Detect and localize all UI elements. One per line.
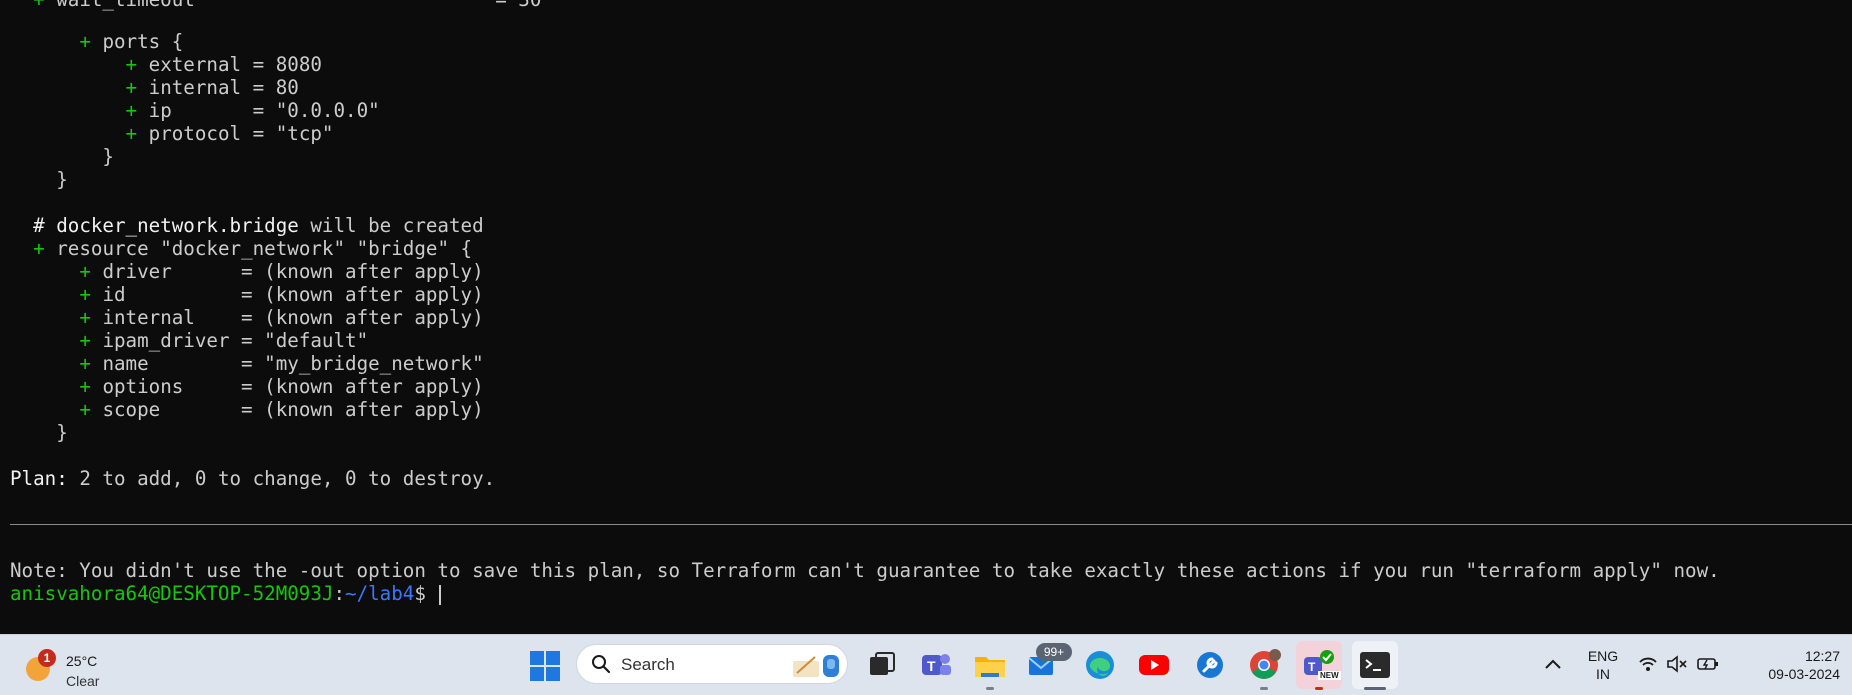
youtube-icon[interactable] xyxy=(1136,647,1172,683)
teams-new-tile[interactable]: T NEW xyxy=(1296,641,1342,690)
language-indicator[interactable]: ENG IN xyxy=(1586,647,1620,683)
search-icon xyxy=(592,655,611,674)
terraform-note: Note: You didn't use the -out option to … xyxy=(10,559,1720,582)
chevron-up-icon[interactable] xyxy=(1544,657,1562,671)
terminal-line: } xyxy=(102,145,114,168)
running-indicator xyxy=(1260,687,1268,690)
edge-browser-icon[interactable] xyxy=(1082,647,1118,683)
clock-date: 09-03-2024 xyxy=(1768,666,1840,682)
taskbar-search[interactable]: Search xyxy=(576,644,848,684)
terminal-line: + driver = (known after apply) xyxy=(79,260,484,283)
windows-logo-icon xyxy=(530,651,544,665)
terminal-app-icon xyxy=(1360,652,1390,678)
terminal-line: + id = (known after apply) xyxy=(79,283,484,306)
teams-chat-icon[interactable]: T xyxy=(918,647,954,683)
weather-condition: Clear xyxy=(66,673,100,689)
settings-tool-icon[interactable] xyxy=(1192,647,1228,683)
teams-new-label: NEW xyxy=(1318,671,1341,680)
terminal-line: + name = "my_bridge_network" xyxy=(79,352,484,375)
active-indicator xyxy=(1364,687,1386,690)
separator-line xyxy=(10,524,1852,525)
search-highlight-icon xyxy=(793,655,839,677)
task-view-icon[interactable] xyxy=(864,647,900,683)
start-button[interactable] xyxy=(530,651,560,681)
mail-badge: 99+ xyxy=(1036,643,1072,661)
taskbar: 1 25°C Clear Search T 99+ T NEW ENG IN 1… xyxy=(0,634,1852,695)
terminal-line: } xyxy=(56,421,68,444)
terminal-window[interactable]: + wait_timeout = 30 + ports { + external… xyxy=(0,0,1852,634)
running-indicator xyxy=(1315,687,1323,690)
terminal-line: + options = (known after apply) xyxy=(79,375,484,398)
terminal-line: + internal = 80 xyxy=(125,76,299,99)
terminal-line: + scope = (known after apply) xyxy=(79,398,484,421)
file-explorer-icon[interactable] xyxy=(972,647,1008,683)
terminal-line: + ports { xyxy=(79,30,184,53)
terminal-line: + external = 8080 xyxy=(125,53,322,76)
clock-time: 12:27 xyxy=(1804,648,1840,664)
terminal-line: + protocol = "tcp" xyxy=(125,122,334,145)
terminal-line: + resource "docker_network" "bridge" { xyxy=(33,237,473,260)
search-label: Search xyxy=(621,655,675,674)
terminal-line: # docker_network.bridge will be created xyxy=(33,214,484,237)
terminal-line: + ipam_driver = "default" xyxy=(79,329,369,352)
windows-logo-pane xyxy=(530,667,544,681)
wifi-icon[interactable] xyxy=(1638,655,1658,673)
svg-text:T: T xyxy=(1308,660,1316,674)
terminal-line: } xyxy=(56,168,68,191)
terminal-tile[interactable] xyxy=(1352,641,1398,690)
terminal-line: + wait_timeout = 30 xyxy=(10,0,541,11)
svg-text:T: T xyxy=(927,658,936,674)
windows-logo-pane xyxy=(546,667,560,681)
chrome-icon[interactable] xyxy=(1246,647,1282,683)
terminal-line: + ip = "0.0.0.0" xyxy=(125,99,380,122)
text-cursor xyxy=(439,584,442,605)
shell-prompt[interactable]: anisvahora64@DESKTOP-52M093J:~/lab4$ xyxy=(10,582,442,605)
terminal-line: + internal = (known after apply) xyxy=(79,306,484,329)
weather-badge: 1 xyxy=(38,649,56,667)
volume-muted-icon[interactable] xyxy=(1666,655,1688,673)
language-region: IN xyxy=(1596,666,1610,682)
plan-summary: Plan: 2 to add, 0 to change, 0 to destro… xyxy=(10,467,496,490)
windows-logo-pane xyxy=(546,651,560,665)
weather-temperature: 25°C xyxy=(66,653,98,669)
running-indicator xyxy=(986,687,994,690)
language-code: ENG xyxy=(1587,648,1619,664)
weather-widget[interactable]: 1 25°C Clear xyxy=(22,643,112,689)
system-clock[interactable]: 12:27 09-03-2024 xyxy=(1700,647,1840,683)
